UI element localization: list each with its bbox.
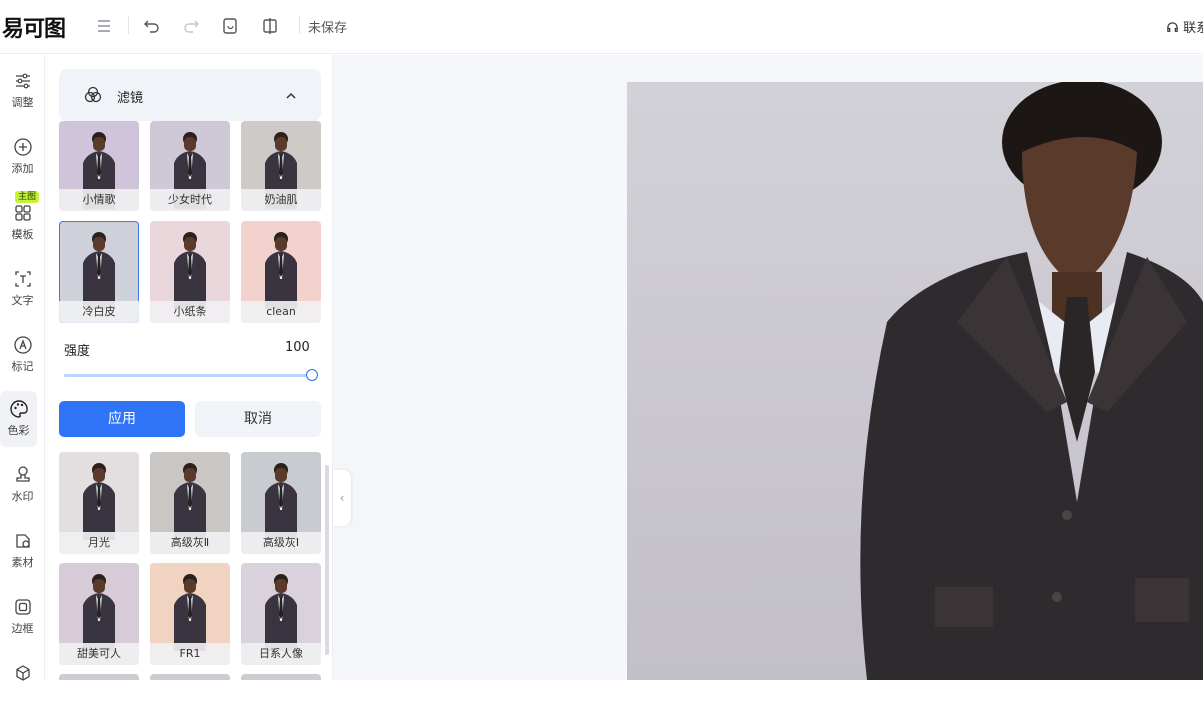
- top-bar: 易可图 未保存 联系: [0, 0, 1203, 54]
- filter-option[interactable]: 冷白皮: [59, 221, 139, 323]
- filter-preview-image: [174, 463, 206, 540]
- palette-icon: [9, 400, 28, 418]
- strength-slider[interactable]: [64, 374, 312, 377]
- filter-section-title: 滤镜: [117, 91, 144, 106]
- filter-option-label: 高级灰Ⅰ: [241, 532, 321, 554]
- plus-circle-icon: [13, 138, 32, 156]
- filter-option-label: 高级灰Ⅱ: [150, 532, 230, 554]
- material-icon: [15, 534, 30, 548]
- portrait-photo: [860, 82, 1203, 680]
- filter-option-label: 甜美可人: [59, 643, 139, 665]
- marker-icon: [13, 336, 32, 354]
- filter-option[interactable]: 小情歌: [59, 121, 139, 211]
- stamp-icon: [15, 466, 30, 482]
- sidebar-item-label: 水印: [11, 490, 34, 503]
- filter-option-label: 少女时代: [150, 189, 230, 211]
- filter-preview-image: [83, 232, 115, 309]
- filter-option-label: 小情歌: [59, 189, 139, 211]
- filter-option[interactable]: 月光: [59, 452, 139, 554]
- sidebar-item-label: 添加: [11, 162, 34, 175]
- strength-slider-handle[interactable]: [306, 369, 318, 381]
- chevron-left-icon: ‹: [339, 491, 345, 505]
- filter-icon: [84, 86, 102, 103]
- filter-preview-image: [174, 232, 206, 309]
- filter-option[interactable]: 甜美可人: [59, 563, 139, 665]
- sidebar-item-text[interactable]: 文字: [0, 261, 45, 317]
- sidebar-item-marker[interactable]: 标记: [0, 327, 45, 383]
- filter-option[interactable]: [241, 674, 321, 680]
- filter-preview-image: [265, 574, 297, 651]
- filter-option[interactable]: [150, 674, 230, 680]
- template-badge: 主图: [15, 191, 40, 203]
- history-icon[interactable]: [219, 15, 241, 37]
- filter-option-label: 日系人像: [241, 643, 321, 665]
- grid-icon: [14, 205, 31, 221]
- sidebar-item-material[interactable]: 素材: [0, 523, 45, 579]
- chevron-up-icon[interactable]: [285, 91, 297, 101]
- canvas-image[interactable]: [627, 82, 1203, 680]
- panel-scrollbar[interactable]: [325, 465, 329, 655]
- cube-icon: [15, 665, 30, 681]
- filter-option[interactable]: 高级灰Ⅰ: [241, 452, 321, 554]
- toolbar-divider: [128, 16, 129, 34]
- filter-option-label: clean: [241, 301, 321, 323]
- sidebar-item-color[interactable]: 色彩: [0, 391, 37, 447]
- filter-option[interactable]: 奶油肌: [241, 121, 321, 211]
- undo-icon[interactable]: [141, 15, 163, 37]
- text-icon: [14, 271, 31, 287]
- filter-preview-image: [265, 232, 297, 309]
- sidebar-item-label: 模板: [11, 228, 34, 241]
- strength-value: 100: [285, 340, 310, 355]
- sidebar-item-label: 标记: [11, 360, 34, 373]
- headset-icon: [1166, 21, 1183, 36]
- filter-option[interactable]: 少女时代: [150, 121, 230, 211]
- filter-preview-image: [265, 463, 297, 540]
- filter-option-label: 冷白皮: [59, 301, 139, 323]
- app-logo[interactable]: 易可图: [2, 11, 66, 43]
- filter-preview-image: [83, 574, 115, 651]
- filter-option-label: FR1: [150, 643, 230, 665]
- filter-option-label: 奶油肌: [241, 189, 321, 211]
- tool-sidebar: 调整 添加 模板 文字 标记 色彩 水印 素材 边框: [0, 55, 45, 681]
- filter-option[interactable]: [59, 674, 139, 680]
- filter-section-header[interactable]: 滤镜: [59, 69, 321, 121]
- sidebar-item-template[interactable]: 模板: [0, 195, 45, 251]
- redo-icon[interactable]: [180, 15, 202, 37]
- sidebar-item-label: 边框: [11, 622, 34, 635]
- sidebar-item-label: 调整: [11, 96, 34, 109]
- apply-button[interactable]: 应用: [59, 401, 185, 437]
- strength-label: 强度: [64, 344, 91, 359]
- sidebar-item-label: 文字: [11, 294, 34, 307]
- sidebar-item-adjust[interactable]: 调整: [0, 63, 45, 119]
- filter-option[interactable]: FR1: [150, 563, 230, 665]
- sidebar-item-frame[interactable]: 边框: [0, 589, 45, 645]
- collapse-panel-button[interactable]: ‹: [333, 470, 351, 526]
- sidebar-item-add[interactable]: 添加: [0, 129, 45, 185]
- filter-option[interactable]: 小纸条: [150, 221, 230, 323]
- filter-panel: 滤镜 小情歌 少女时代 奶油肌冷白皮 小纸条 clean 强度 100 应用 取消 月光…: [45, 55, 333, 680]
- menu-icon[interactable]: [93, 15, 115, 37]
- sidebar-item-label: 素材: [11, 556, 34, 569]
- filter-option-label: 小纸条: [150, 301, 230, 323]
- filter-option[interactable]: 高级灰Ⅱ: [150, 452, 230, 554]
- compare-icon[interactable]: [259, 15, 281, 37]
- save-status: 未保存: [308, 21, 348, 36]
- sidebar-item-watermark[interactable]: 水印: [0, 457, 45, 513]
- cancel-button[interactable]: 取消: [195, 401, 321, 437]
- filter-preview-image: [174, 574, 206, 651]
- filter-option[interactable]: clean: [241, 221, 321, 323]
- contact-link[interactable]: 联系: [1166, 17, 1203, 36]
- sidebar-item-label: 色彩: [7, 424, 30, 437]
- sliders-icon: [15, 73, 30, 89]
- contact-label: 联系: [1183, 21, 1203, 36]
- frame-icon: [14, 599, 31, 615]
- toolbar-divider: [299, 16, 300, 34]
- filter-option[interactable]: 日系人像: [241, 563, 321, 665]
- sidebar-item-more[interactable]: [0, 655, 45, 711]
- filter-option-label: 月光: [59, 532, 139, 554]
- filter-preview-image: [83, 463, 115, 540]
